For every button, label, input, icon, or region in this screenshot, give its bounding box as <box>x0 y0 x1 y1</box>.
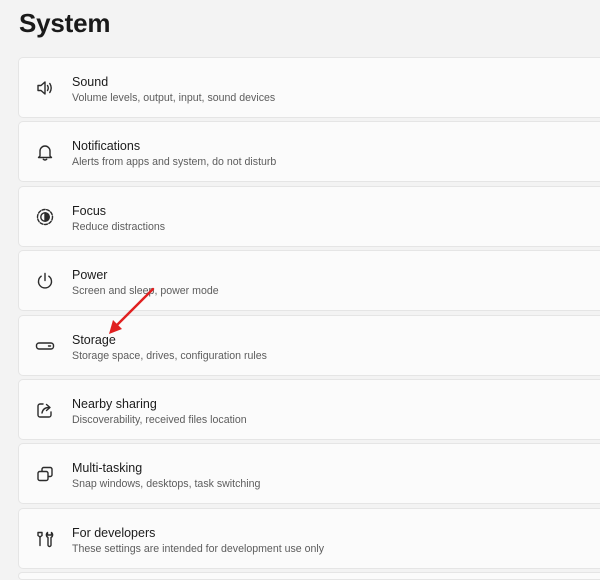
setting-subtitle: Reduce distractions <box>72 220 166 233</box>
bell-icon <box>34 141 56 163</box>
page-title: System <box>19 8 111 38</box>
setting-subtitle: Discoverability, received files location <box>72 413 247 426</box>
setting-title: Focus <box>72 203 107 218</box>
setting-title: Sound <box>72 75 109 89</box>
settings-list: Sound Volume levels, output, input, soun… <box>18 57 600 580</box>
share-icon <box>34 399 56 421</box>
power-icon <box>34 270 56 292</box>
setting-subtitle: Snap windows, desktops, task switching <box>72 478 261 491</box>
setting-item-sound[interactable]: Sound Volume levels, output, input, soun… <box>18 57 600 118</box>
setting-title: Notifications <box>72 139 141 154</box>
setting-item-for-developers[interactable]: For developers These settings are intend… <box>18 507 600 569</box>
setting-item-power[interactable]: Power Screen and sleep, power mode <box>18 250 600 312</box>
focus-icon <box>34 206 56 228</box>
setting-title: Multi-tasking <box>72 461 143 476</box>
setting-item-multi-tasking[interactable]: Multi-tasking Snap windows, desktops, ta… <box>18 443 600 505</box>
setting-item-focus[interactable]: Focus Reduce distractions <box>18 185 600 247</box>
setting-item-next[interactable] <box>18 572 600 580</box>
setting-subtitle: Screen and sleep, power mode <box>72 285 219 298</box>
setting-item-notifications[interactable]: Notifications Alerts from apps and syste… <box>18 121 600 183</box>
setting-title: Power <box>72 268 108 283</box>
setting-subtitle: These settings are intended for developm… <box>72 542 325 555</box>
speaker-icon <box>34 77 56 99</box>
storage-drive-icon <box>34 335 56 357</box>
setting-title: For developers <box>72 525 156 540</box>
setting-subtitle: Volume levels, output, input, sound devi… <box>72 92 276 104</box>
setting-title: Storage <box>72 332 116 347</box>
multitask-windows-icon <box>34 463 56 485</box>
setting-item-nearby-sharing[interactable]: Nearby sharing Discoverability, received… <box>18 378 600 440</box>
setting-subtitle: Storage space, drives, configuration rul… <box>72 349 267 362</box>
setting-title: Nearby sharing <box>72 396 157 411</box>
setting-item-storage[interactable]: Storage Storage space, drives, configura… <box>18 314 600 376</box>
developer-tools-icon <box>34 528 56 550</box>
setting-subtitle: Alerts from apps and system, do not dist… <box>72 156 277 169</box>
